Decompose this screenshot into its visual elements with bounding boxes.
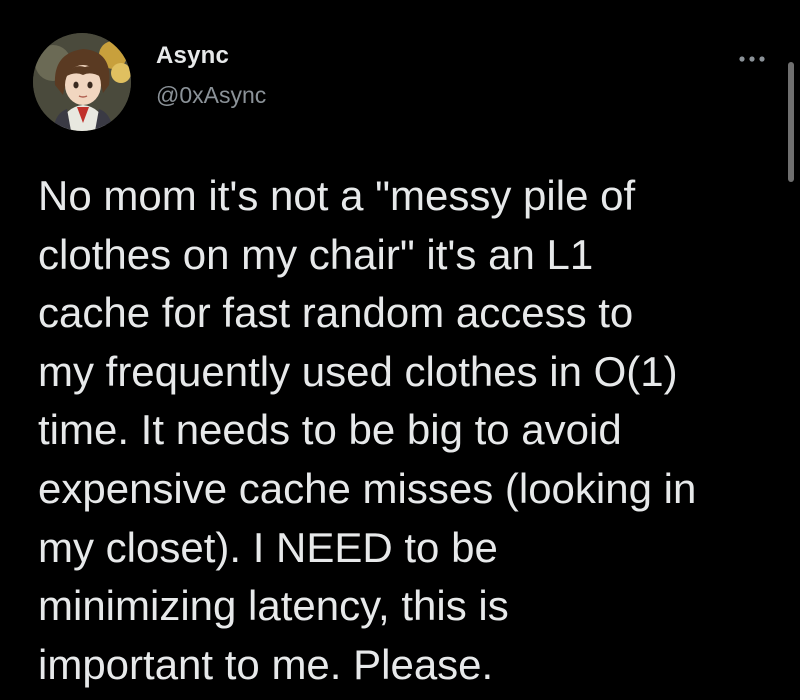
- tweet-line: time. It needs to be big to avoid: [38, 406, 622, 454]
- tweet-screen: Async @0xAsync No mom it's not a "messy …: [0, 0, 800, 700]
- tweet-line: my closet). I NEED to be: [38, 523, 498, 571]
- author-display-name[interactable]: Async: [156, 42, 229, 70]
- tweet-line: No mom it's not a "messy pile of: [38, 172, 636, 219]
- scrollbar-thumb[interactable]: [788, 62, 794, 182]
- tweet-line: expensive cache misses (looking in: [38, 464, 697, 512]
- tweet-line: important to me. Please.: [38, 640, 494, 688]
- author-handle[interactable]: @0xAsync: [156, 82, 266, 109]
- tweet-text: No mom it's not a "messy pile of clothes…: [38, 167, 758, 694]
- more-options-button[interactable]: [732, 46, 772, 72]
- more-dots-icon: [739, 56, 765, 62]
- avatar[interactable]: [33, 33, 131, 131]
- anime-avatar-icon: [33, 33, 131, 131]
- tweet-line: my frequently used clothes in O(1): [38, 347, 678, 395]
- tweet-line: minimizing latency, this is: [38, 582, 509, 630]
- tweet-line: clothes on my chair" it's an L1: [38, 230, 594, 278]
- tweet-line: cache for fast random access to: [38, 289, 634, 337]
